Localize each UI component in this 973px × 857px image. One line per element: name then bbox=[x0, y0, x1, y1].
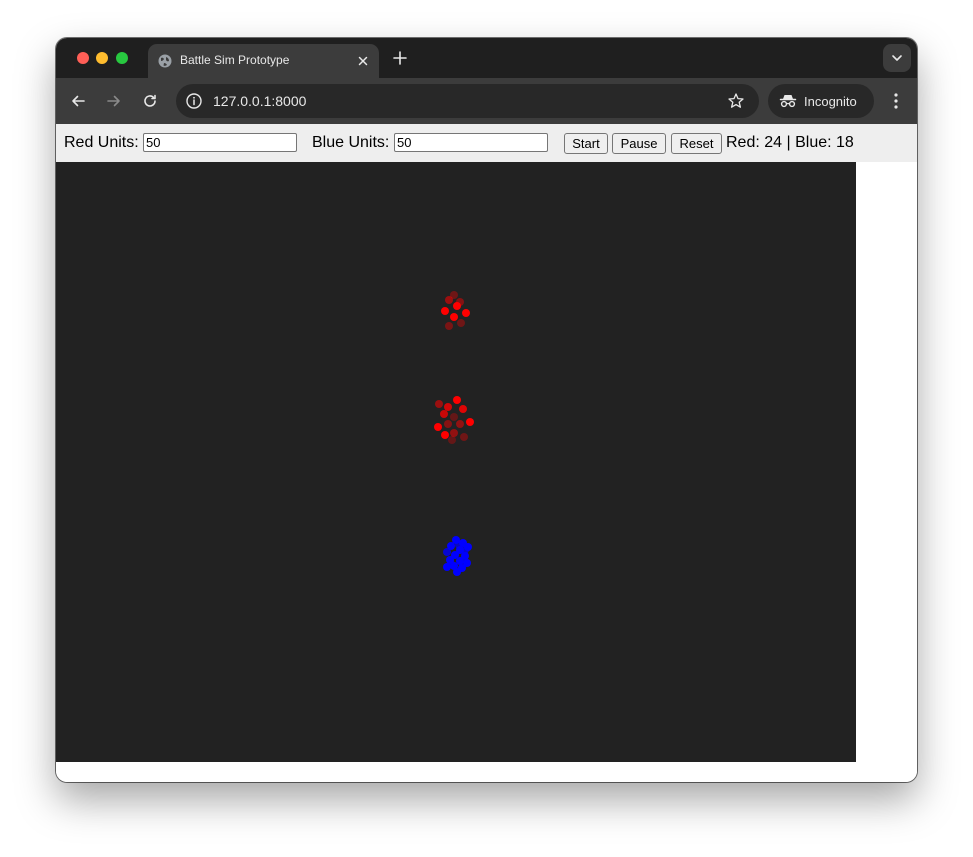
back-arrow-icon[interactable] bbox=[70, 93, 86, 109]
tab-title: Battle Sim Prototype bbox=[180, 53, 290, 67]
red-unit bbox=[444, 420, 452, 428]
close-window-button[interactable] bbox=[77, 52, 89, 64]
blue-unit bbox=[443, 548, 451, 556]
red-unit bbox=[453, 396, 461, 404]
red-unit bbox=[448, 436, 456, 444]
browser-toolbar: 127.0.0.1:8000 Incognito bbox=[56, 78, 917, 124]
red-unit bbox=[459, 405, 467, 413]
incognito-label: Incognito bbox=[804, 94, 857, 109]
control-bar: Red Units: Blue Units: Start Pause Reset… bbox=[56, 124, 917, 162]
tab-strip: Battle Sim Prototype bbox=[56, 38, 917, 78]
red-unit bbox=[450, 413, 458, 421]
minimize-window-button[interactable] bbox=[96, 52, 108, 64]
red-unit bbox=[445, 322, 453, 330]
close-icon[interactable] bbox=[355, 53, 371, 69]
tab-search-button[interactable] bbox=[883, 44, 911, 72]
red-army bbox=[434, 291, 474, 444]
star-icon[interactable] bbox=[727, 92, 745, 110]
forward-arrow-icon[interactable] bbox=[106, 93, 122, 109]
red-unit bbox=[445, 296, 453, 304]
reset-button[interactable]: Reset bbox=[671, 133, 722, 154]
globe-icon bbox=[158, 54, 172, 68]
info-icon[interactable] bbox=[185, 92, 203, 110]
page-content: Red Units: Blue Units: Start Pause Reset… bbox=[56, 124, 917, 782]
blue-units-input[interactable] bbox=[394, 133, 548, 152]
red-unit bbox=[456, 420, 464, 428]
red-unit bbox=[466, 418, 474, 426]
url-text[interactable]: 127.0.0.1:8000 bbox=[213, 93, 306, 109]
red-unit bbox=[434, 423, 442, 431]
tab-battle-sim[interactable]: Battle Sim Prototype bbox=[148, 44, 379, 78]
plus-icon[interactable] bbox=[392, 50, 408, 66]
unit-count-display: Red: 24 | Blue: 18 bbox=[726, 134, 854, 151]
blue-units-label: Blue Units: bbox=[312, 134, 390, 151]
red-unit bbox=[450, 313, 458, 321]
red-unit bbox=[450, 429, 458, 437]
pause-button[interactable]: Pause bbox=[612, 133, 666, 154]
red-units-label: Red Units: bbox=[64, 134, 139, 151]
red-unit bbox=[441, 307, 449, 315]
reload-icon[interactable] bbox=[142, 93, 158, 109]
red-unit bbox=[440, 410, 448, 418]
red-unit bbox=[444, 403, 452, 411]
kebab-menu-icon[interactable] bbox=[886, 91, 906, 111]
red-unit bbox=[460, 433, 468, 441]
maximize-window-button[interactable] bbox=[116, 52, 128, 64]
red-unit bbox=[457, 319, 465, 327]
blue-unit bbox=[455, 541, 463, 549]
battle-canvas[interactable] bbox=[56, 162, 856, 762]
red-unit bbox=[462, 309, 470, 317]
incognito-icon bbox=[779, 95, 797, 108]
incognito-badge[interactable]: Incognito bbox=[768, 84, 874, 118]
start-button[interactable]: Start bbox=[564, 133, 608, 154]
blue-army bbox=[443, 536, 472, 576]
blue-unit bbox=[447, 560, 455, 568]
browser-window: Battle Sim Prototype 127.0.0.1:8000 Inco… bbox=[56, 38, 917, 782]
red-unit bbox=[441, 431, 449, 439]
red-unit bbox=[435, 400, 443, 408]
chevron-down-icon bbox=[892, 55, 902, 61]
red-unit bbox=[453, 302, 461, 310]
address-bar[interactable]: 127.0.0.1:8000 bbox=[176, 84, 759, 118]
red-units-input[interactable] bbox=[143, 133, 297, 152]
blue-unit bbox=[453, 568, 461, 576]
